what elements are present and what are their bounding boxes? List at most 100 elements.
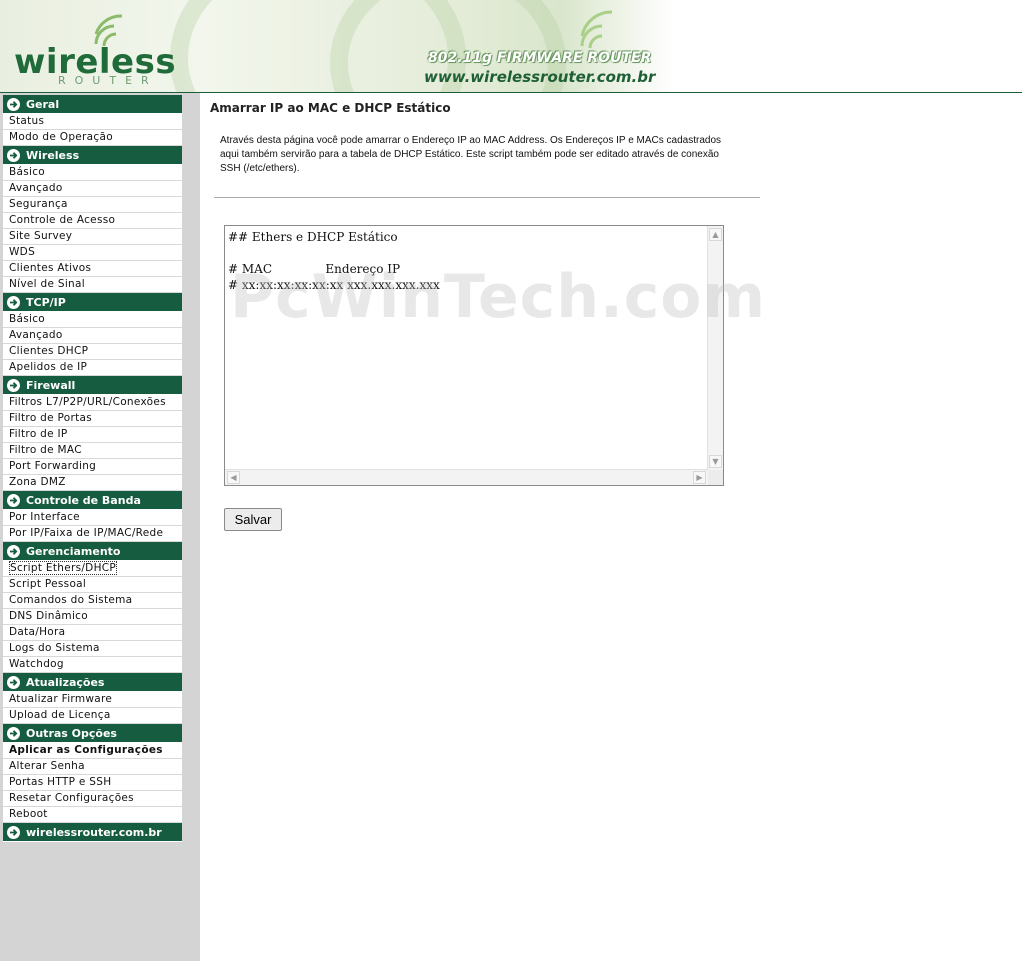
ethers-textarea[interactable]: ## Ethers e DHCP Estático # MAC Endereço… [228,229,708,469]
sidebar-item-label: Data/Hora [9,626,66,638]
sidebar-item-label: Clientes Ativos [9,262,92,274]
sidebar-section-label: Geral [26,97,60,111]
sidebar-item-label: Por IP/Faixa de IP/MAC/Rede [9,527,164,539]
sidebar-item-clientes-ativos[interactable]: Clientes Ativos [3,261,182,277]
page-title: Amarrar IP ao MAC e DHCP Estático [210,101,451,115]
sidebar-item-label: Script Ethers/DHCP [9,561,118,575]
sidebar-section-controle-de-banda[interactable]: Controle de Banda [3,491,182,510]
sidebar-item-atualizar-firmware[interactable]: Atualizar Firmware [3,692,182,708]
sidebar-item-label: Logs do Sistema [9,642,100,654]
sidebar-item-label: Segurança [9,198,68,210]
sidebar-item-apelidos-de-ip[interactable]: Apelidos de IP [3,360,182,376]
sidebar-item-logs-do-sistema[interactable]: Logs do Sistema [3,641,182,657]
sidebar-section-label: TCP/IP [26,295,66,309]
sidebar-item-reboot[interactable]: Reboot [3,807,182,823]
sidebar-item-clientes-dhcp[interactable]: Clientes DHCP [3,344,182,360]
sidebar-item-label: Portas HTTP e SSH [9,776,112,788]
sidebar-item-label: Básico [9,166,46,178]
sidebar-item-basico[interactable]: Básico [3,312,182,328]
sidebar-section-label: Controle de Banda [26,493,141,507]
logo-subtitle: ROUTER [58,74,158,87]
header-url: www.wirelessrouter.com.br [424,68,656,86]
scroll-right-icon[interactable]: ▶ [693,471,706,484]
sidebar-item-aplicar-as-configuracoes[interactable]: Aplicar as Configurações [3,743,182,759]
sidebar-item-avancado[interactable]: Avançado [3,328,182,344]
sidebar-item-zona-dmz[interactable]: Zona DMZ [3,475,182,491]
sidebar-item-label: Avançado [9,329,63,341]
sidebar-item-label: WDS [9,246,36,258]
sidebar-section-label: Outras Opções [26,726,117,740]
sidebar-item-basico[interactable]: Básico [3,165,182,181]
sidebar-item-comandos-do-sistema[interactable]: Comandos do Sistema [3,593,182,609]
sidebar-item-label: Script Pessoal [9,578,87,590]
sidebar-item-seguranca[interactable]: Segurança [3,197,182,213]
sidebar-section-wirelessrouter-com-br[interactable]: wirelessrouter.com.br [3,823,182,842]
sidebar-item-nivel-de-sinal[interactable]: Nível de Sinal [3,277,182,293]
scroll-left-icon[interactable]: ◀ [227,471,240,484]
header-tagline: 802.11g FIRMWARE ROUTER [428,50,652,66]
sidebar: Geral Status Modo de Operação Wireless Básic… [0,93,200,961]
sidebar-item-dns-dinamico[interactable]: DNS Dinâmico [3,609,182,625]
sidebar-section-gerenciamento[interactable]: Gerenciamento [3,542,182,561]
sidebar-item-status[interactable]: Status [3,114,182,130]
sidebar-item-modo-de-operacao[interactable]: Modo de Operação [3,130,182,146]
sidebar-item-controle-de-acesso[interactable]: Controle de Acesso [3,213,182,229]
sidebar-item-por-interface[interactable]: Por Interface [3,510,182,526]
arrow-right-icon [7,493,20,507]
arrow-right-icon [7,97,20,111]
sidebar-item-label: Filtro de IP [9,428,68,440]
sidebar-item-script-pessoal[interactable]: Script Pessoal [3,577,182,593]
save-button[interactable]: Salvar [224,508,282,531]
sidebar-section-wireless[interactable]: Wireless [3,146,182,165]
sidebar-item-label: Port Forwarding [9,460,97,472]
arrow-right-icon [7,825,20,839]
sidebar-item-label: Modo de Operação [9,131,113,143]
sidebar-section-label: Gerenciamento [26,544,121,558]
sidebar-item-resetar-configuracoes[interactable]: Resetar Configurações [3,791,182,807]
sidebar-item-port-forwarding[interactable]: Port Forwarding [3,459,182,475]
sidebar-item-label: Controle de Acesso [9,214,116,226]
scroll-down-icon[interactable]: ▼ [709,455,722,468]
sidebar-item-label: Avançado [9,182,63,194]
sidebar-item-filtros-l7-p2p-url-conexoes[interactable]: Filtros L7/P2P/URL/Conexões [3,395,182,411]
page-description: Através desta página você pode amarrar o… [220,135,722,174]
sidebar-item-data-hora[interactable]: Data/Hora [3,625,182,641]
sidebar-section-geral[interactable]: Geral [3,95,182,114]
sidebar-item-filtro-de-portas[interactable]: Filtro de Portas [3,411,182,427]
sidebar-section-label: Firewall [26,378,76,392]
sidebar-section-outras-opcoes[interactable]: Outras Opções [3,724,182,743]
arrow-right-icon [7,675,20,689]
ethers-script-editor[interactable]: ## Ethers e DHCP Estático # MAC Endereço… [224,225,724,486]
sidebar-item-wds[interactable]: WDS [3,245,182,261]
sidebar-item-upload-de-licenca[interactable]: Upload de Licença [3,708,182,724]
scroll-up-icon[interactable]: ▲ [709,228,722,241]
horizontal-scrollbar[interactable]: ◀ ▶ [225,469,708,485]
sidebar-item-label: Status [9,115,45,127]
sidebar-item-avancado[interactable]: Avançado [3,181,182,197]
sidebar-item-script-ethers-dhcp[interactable]: Script Ethers/DHCP [3,561,182,577]
sidebar-item-alterar-senha[interactable]: Alterar Senha [3,759,182,775]
sidebar-item-filtro-de-ip[interactable]: Filtro de IP [3,427,182,443]
sidebar-item-label: DNS Dinâmico [9,610,88,622]
sidebar-item-label: Reboot [9,808,48,820]
sidebar-section-tcp-ip[interactable]: TCP/IP [3,293,182,312]
sidebar-item-site-survey[interactable]: Site Survey [3,229,182,245]
sidebar-item-por-ip-faixa-de-ip-mac-rede[interactable]: Por IP/Faixa de IP/MAC/Rede [3,526,182,542]
sidebar-item-label: Atualizar Firmware [9,693,113,705]
sidebar-item-label: Filtros L7/P2P/URL/Conexões [9,396,166,408]
scroll-corner [708,470,723,485]
sidebar-item-label: Zona DMZ [9,476,66,488]
sidebar-item-label: Básico [9,313,46,325]
header-banner: wireless ROUTER 802.11g FIRMWARE ROUTER … [0,0,1022,92]
sidebar-item-filtro-de-mac[interactable]: Filtro de MAC [3,443,182,459]
sidebar-item-watchdog[interactable]: Watchdog [3,657,182,673]
arrow-right-icon [7,726,20,740]
vertical-scrollbar[interactable]: ▲ ▼ [707,226,723,470]
sidebar-section-firewall[interactable]: Firewall [3,376,182,395]
arrow-right-icon [7,544,20,558]
sidebar-section-atualizacoes[interactable]: Atualizações [3,673,182,692]
wifi-waves-icon [580,10,613,49]
arrow-right-icon [7,378,20,392]
divider [214,197,760,198]
sidebar-item-portas-http-e-ssh[interactable]: Portas HTTP e SSH [3,775,182,791]
